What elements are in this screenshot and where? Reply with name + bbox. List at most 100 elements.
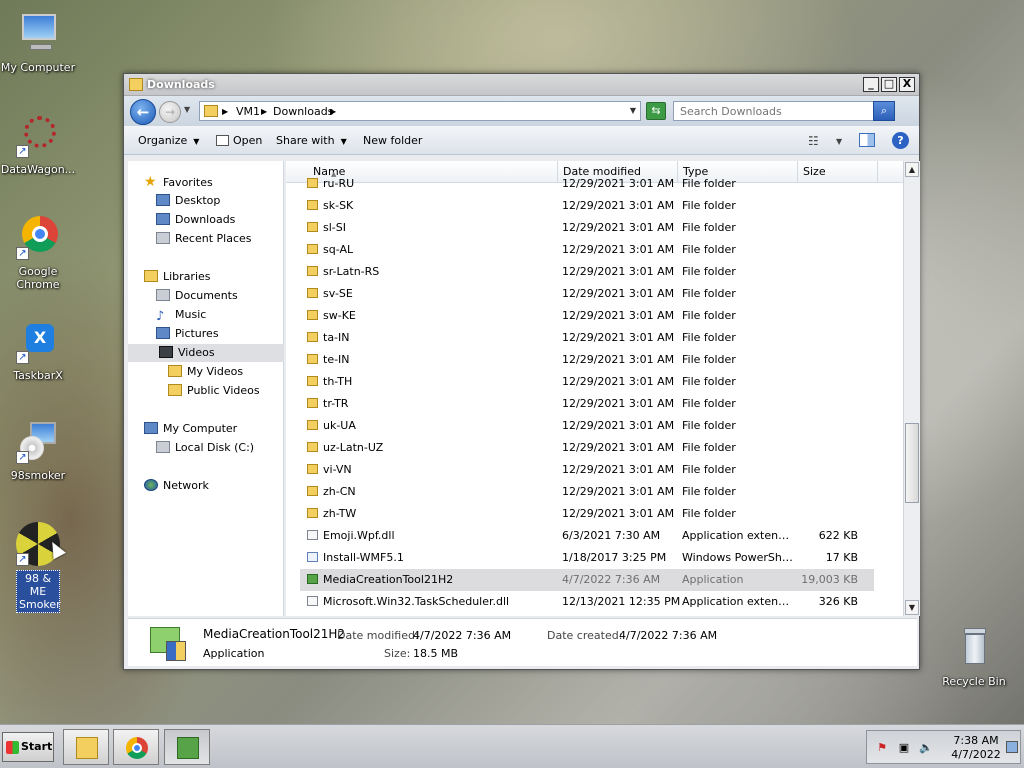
file-row[interactable]: te-IN 12/29/2021 3:01 AM File folder bbox=[300, 349, 874, 371]
view-options-icon[interactable]: ☷ bbox=[808, 134, 819, 148]
taskbar-media-creation-tool-button[interactable] bbox=[164, 729, 210, 765]
share-with-label: Share with bbox=[276, 134, 335, 147]
nav-item-documents[interactable]: Documents bbox=[156, 287, 238, 305]
chevron-down-icon[interactable]: ▼ bbox=[836, 137, 842, 146]
file-name-text: sk-SK bbox=[323, 199, 354, 212]
breadcrumb-separator[interactable]: ▶ bbox=[330, 107, 336, 116]
file-type: File folder bbox=[682, 177, 736, 190]
file-row[interactable]: th-TH 12/29/2021 3:01 AM File folder bbox=[300, 371, 874, 393]
search-icon[interactable]: ⌕ bbox=[873, 101, 895, 121]
nav-item-local-disk[interactable]: Local Disk (C:) bbox=[156, 439, 254, 457]
file-row[interactable]: ru-RU 12/29/2021 3:01 AM File folder bbox=[300, 173, 874, 195]
search-input[interactable] bbox=[674, 102, 870, 120]
nav-label: Desktop bbox=[175, 194, 221, 207]
action-center-icon[interactable]: ⚑ bbox=[875, 741, 889, 755]
file-row[interactable]: Install-WMF5.1 1/18/2017 3:25 PM Windows P… bbox=[300, 547, 874, 569]
chevron-down-icon: ▼ bbox=[340, 137, 347, 146]
file-row[interactable]: sl-SI 12/29/2021 3:01 AM File folder bbox=[300, 217, 874, 239]
preview-pane-icon[interactable] bbox=[859, 133, 875, 147]
address-history-dropdown[interactable]: ▼ bbox=[630, 106, 636, 115]
nav-item-recent-places[interactable]: Recent Places bbox=[156, 230, 252, 248]
file-row[interactable]: sw-KE 12/29/2021 3:01 AM File folder bbox=[300, 305, 874, 327]
folder-icon bbox=[307, 486, 318, 496]
nav-item-libraries[interactable]: Libraries bbox=[144, 268, 211, 286]
breadcrumb-vm1[interactable]: VM1 bbox=[236, 105, 260, 118]
minimize-button[interactable]: _ bbox=[863, 77, 879, 92]
desktop-icon-label: 98 & ME Smoker bbox=[16, 570, 61, 613]
close-button[interactable]: X bbox=[899, 77, 915, 92]
desktop-icon-my-computer[interactable]: My Computer bbox=[0, 12, 78, 75]
folder-icon bbox=[307, 464, 318, 474]
desktop-icon-google-chrome[interactable]: ↗ Google Chrome bbox=[0, 216, 78, 292]
file-date: 12/29/2021 3:01 AM bbox=[562, 265, 675, 278]
taskbar-chrome-button[interactable] bbox=[113, 729, 159, 765]
nav-item-pictures[interactable]: Pictures bbox=[156, 325, 219, 343]
desktop-icon-taskbarx[interactable]: X ↗ TaskbarX bbox=[0, 320, 78, 383]
breadcrumb-separator[interactable]: ▶ bbox=[261, 107, 267, 116]
file-row[interactable]: ta-IN 12/29/2021 3:01 AM File folder bbox=[300, 327, 874, 349]
nav-item-my-computer[interactable]: My Computer bbox=[144, 420, 237, 438]
nav-item-my-videos[interactable]: My Videos bbox=[168, 363, 243, 381]
back-button[interactable]: ← bbox=[130, 99, 156, 125]
scroll-down-button[interactable]: ▼ bbox=[905, 600, 919, 615]
clock[interactable]: 7:38 AM 4/7/2022 bbox=[947, 734, 1005, 762]
desktop-icon-98smoker[interactable]: ↗ 98smoker bbox=[0, 420, 78, 483]
new-folder-button[interactable]: New folder bbox=[363, 134, 422, 147]
help-icon[interactable]: ? bbox=[892, 132, 909, 149]
breadcrumb-separator[interactable]: ▶ bbox=[222, 107, 228, 116]
file-row[interactable]: vi-VN 12/29/2021 3:01 AM File folder bbox=[300, 459, 874, 481]
taskbar-explorer-button[interactable] bbox=[63, 729, 109, 765]
file-name: Emoji.Wpf.dll bbox=[307, 525, 547, 547]
forward-button[interactable]: → bbox=[159, 101, 181, 123]
show-desktop-icon[interactable] bbox=[1006, 741, 1018, 753]
window-titlebar[interactable]: Downloads _ □ X bbox=[124, 74, 919, 96]
dll-file-icon bbox=[307, 596, 318, 606]
file-row[interactable]: tr-TR 12/29/2021 3:01 AM File folder bbox=[300, 393, 874, 415]
open-button[interactable]: Open bbox=[216, 134, 262, 147]
file-date: 1/18/2017 3:25 PM bbox=[562, 551, 667, 564]
file-row[interactable]: Microsoft.Win32.TaskScheduler.dll 12/13/2… bbox=[300, 591, 874, 613]
network-icon bbox=[144, 479, 158, 491]
nav-item-downloads[interactable]: Downloads bbox=[156, 211, 235, 229]
details-modified-label: Date modified: bbox=[337, 629, 419, 642]
nav-item-favorites[interactable]: ★ Favorites bbox=[144, 173, 213, 191]
file-row[interactable]: Emoji.Wpf.dll 6/3/2021 7:30 AM Application… bbox=[300, 525, 874, 547]
file-row[interactable]: sk-SK 12/29/2021 3:01 AM File folder bbox=[300, 195, 874, 217]
breadcrumb-downloads[interactable]: Downloads bbox=[273, 105, 333, 118]
maximize-button[interactable]: □ bbox=[881, 77, 897, 92]
organize-button[interactable]: Organize ▼ bbox=[138, 134, 199, 147]
file-date: 12/29/2021 3:01 AM bbox=[562, 375, 675, 388]
network-icon[interactable]: ▣ bbox=[897, 741, 911, 755]
recent-places-icon bbox=[156, 232, 170, 244]
desktop-icon-98-me-smoker[interactable]: ↗ 98 & ME Smoker bbox=[0, 522, 78, 613]
scroll-up-button[interactable]: ▲ bbox=[905, 162, 919, 177]
share-with-button[interactable]: Share with ▼ bbox=[276, 134, 347, 147]
desktop-icon-recycle-bin[interactable]: Recycle Bin bbox=[934, 626, 1014, 689]
file-row[interactable]: uz-Latn-UZ 12/29/2021 3:01 AM File folder bbox=[300, 437, 874, 459]
nav-item-network[interactable]: Network bbox=[144, 477, 209, 495]
vertical-scrollbar[interactable]: ▲ ▼ bbox=[903, 161, 920, 616]
nav-item-music[interactable]: ♪ Music bbox=[156, 306, 206, 324]
desktop-icon-datawagon[interactable]: ↗ DataWagon... bbox=[0, 114, 78, 177]
file-row[interactable]: uk-UA 12/29/2021 3:01 AM File folder bbox=[300, 415, 874, 437]
file-row[interactable]: sv-SE 12/29/2021 3:01 AM File folder bbox=[300, 283, 874, 305]
nav-item-public-videos[interactable]: Public Videos bbox=[168, 382, 260, 400]
volume-icon[interactable]: 🔈 bbox=[919, 741, 933, 755]
file-type: File folder bbox=[682, 441, 736, 454]
nav-item-videos[interactable]: Videos bbox=[128, 344, 284, 362]
address-box[interactable]: ▶ VM1 ▶ Downloads ▶ ▼ bbox=[199, 101, 641, 121]
file-date: 12/29/2021 3:01 AM bbox=[562, 177, 675, 190]
start-button[interactable]: Start bbox=[2, 732, 54, 762]
recent-pages-dropdown[interactable]: ▼ bbox=[184, 105, 190, 114]
refresh-button[interactable]: ⇆ bbox=[646, 102, 666, 120]
nav-item-desktop[interactable]: Desktop bbox=[156, 192, 220, 210]
search-box[interactable]: ⌕ bbox=[673, 101, 895, 121]
file-row[interactable]: MediaCreationTool21H2 4/7/2022 7:36 AM App… bbox=[300, 569, 874, 591]
file-type: Application extension bbox=[682, 595, 794, 608]
file-row[interactable]: sq-AL 12/29/2021 3:01 AM File folder bbox=[300, 239, 874, 261]
file-type: File folder bbox=[682, 463, 736, 476]
file-row[interactable]: sr-Latn-RS 12/29/2021 3:01 AM File folder bbox=[300, 261, 874, 283]
scroll-thumb[interactable] bbox=[905, 423, 919, 503]
file-row[interactable]: zh-CN 12/29/2021 3:01 AM File folder bbox=[300, 481, 874, 503]
file-row[interactable]: zh-TW 12/29/2021 3:01 AM File folder bbox=[300, 503, 874, 525]
